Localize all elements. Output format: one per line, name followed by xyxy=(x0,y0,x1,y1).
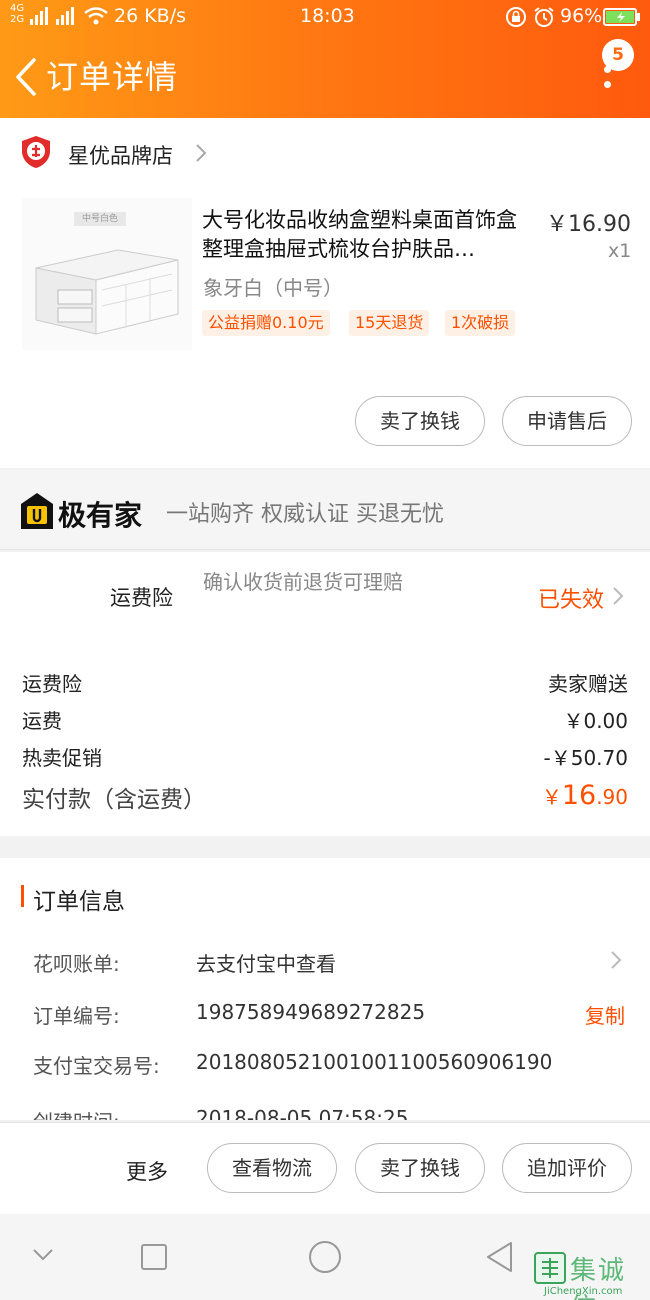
tag-charity: 公益捐赠0.10元 xyxy=(202,310,330,336)
fee-value: -￥50.70 xyxy=(543,746,628,770)
battery-percent: 96% xyxy=(560,5,603,27)
page-title: 订单详情 xyxy=(46,58,179,96)
insurance-label: 运费险 xyxy=(110,586,173,610)
order-detail-screen: 4G 2G 26 KB/s 18:03 96% 订单详情 5 星优品牌店 中号白… xyxy=(0,0,650,1300)
jiyoujia-logo-icon xyxy=(21,493,53,529)
view-logistics-button[interactable]: 查看物流 xyxy=(207,1143,337,1193)
more-dot xyxy=(604,81,611,88)
nav-back-icon[interactable] xyxy=(484,1240,514,1274)
order-number: 198758949689272825 xyxy=(196,1000,426,1024)
fee-label: 运费险 xyxy=(22,672,82,696)
watermark: 集诚信 JiChengXin.com xyxy=(532,1248,648,1300)
huabei-row[interactable]: 花呗账单: 去支付宝中查看 xyxy=(0,938,650,982)
shop-name: 星优品牌店 xyxy=(68,144,173,168)
created-time-label: 创建时间: xyxy=(33,1106,120,1120)
huabei-value: 去支付宝中查看 xyxy=(196,952,336,976)
clock: 18:03 xyxy=(300,5,355,27)
watermark-url: JiChengXin.com xyxy=(544,1286,623,1297)
back-arrow-icon[interactable] xyxy=(8,54,42,100)
total-paid-label: 实付款（含运费） xyxy=(22,787,206,813)
product-quantity: x1 xyxy=(608,240,632,262)
total-paid-amount: ￥16.90 xyxy=(542,780,628,811)
network-speed: 26 KB/s xyxy=(114,5,187,27)
fee-label: 热卖促销 xyxy=(22,746,102,770)
tag-return-policy: 15天退货 xyxy=(349,310,430,336)
network-type: 4G xyxy=(10,3,25,14)
insurance-status: 已失效 xyxy=(538,588,605,613)
hide-keyboard-icon[interactable] xyxy=(32,1248,54,1262)
shop-card: 星优品牌店 中号白色 大号化妆品收纳盒塑料桌面首饰盒整理盒抽屉式梳妆台护肤品… … xyxy=(0,118,650,468)
watermark-logo-icon xyxy=(534,1252,566,1284)
chevron-right-icon xyxy=(613,587,624,605)
status-bar: 4G 2G 26 KB/s 18:03 96% xyxy=(0,0,650,34)
amount-decimal: .90 xyxy=(596,785,628,809)
organizer-box-illustration xyxy=(35,249,179,335)
home-icon[interactable] xyxy=(308,1240,342,1274)
order-info-title: 订单信息 xyxy=(33,889,125,915)
chevron-right-icon xyxy=(196,144,207,162)
alipay-trade-number: 2018080521001001100560906190 xyxy=(196,1050,553,1074)
bottom-action-bar: 更多 查看物流 卖了换钱 追加评价 xyxy=(0,1122,650,1214)
created-time: 2018-08-05 07:58:25 xyxy=(196,1106,409,1120)
rotation-lock-icon xyxy=(506,7,526,27)
after-sale-button[interactable]: 申请售后 xyxy=(502,396,632,446)
header: 4G 2G 26 KB/s 18:03 96% 订单详情 5 xyxy=(0,0,650,118)
alipay-trade-label: 支付宝交易号: xyxy=(33,1054,160,1078)
huabei-label: 花呗账单: xyxy=(33,952,120,976)
brand-slogan: 一站购齐 权威认证 买退无忧 xyxy=(166,502,444,527)
order-info: 订单信息 花呗账单: 去支付宝中查看 订单编号: 198758949689272… xyxy=(0,858,650,1120)
message-count-badge: 5 xyxy=(602,39,634,71)
wifi-icon xyxy=(84,7,108,25)
brand-name: 极有家 xyxy=(58,499,143,532)
product-price: ￥16.90 xyxy=(546,212,631,237)
nav-bar: 订单详情 xyxy=(0,42,650,112)
amount-integer: 16 xyxy=(561,780,597,811)
jiyoujia-banner[interactable]: 极有家 一站购齐 权威认证 买退无忧 xyxy=(0,470,650,550)
chevron-right-icon xyxy=(611,951,622,969)
battery-icon xyxy=(603,8,640,26)
sell-exchange-button[interactable]: 卖了换钱 xyxy=(355,396,485,446)
shop-header[interactable]: 星优品牌店 xyxy=(0,118,650,188)
shipping-insurance-row[interactable]: 运费险 确认收货前退货可理赔 已失效 xyxy=(0,552,650,642)
add-review-button[interactable]: 追加评价 xyxy=(502,1143,632,1193)
fee-value: ￥0.00 xyxy=(563,709,628,733)
currency-symbol: ￥ xyxy=(541,785,562,809)
signal-icon xyxy=(30,7,74,25)
order-number-label: 订单编号: xyxy=(33,1004,120,1028)
fee-summary: 运费险 确认收货前退货可理赔 已失效 运费险 卖家赠送 运费 ￥0.00 热卖促… xyxy=(0,552,650,836)
product-spec: 象牙白（中号） xyxy=(203,276,343,300)
network-type-2: 2G xyxy=(10,14,25,25)
alarm-icon xyxy=(534,7,554,27)
recent-apps-icon[interactable] xyxy=(140,1243,168,1271)
sell-exchange-button[interactable]: 卖了换钱 xyxy=(355,1143,485,1193)
product-title[interactable]: 大号化妆品收纳盒塑料桌面首饰盒整理盒抽屉式梳妆台护肤品… xyxy=(202,206,532,264)
copy-order-number-button[interactable]: 复制 xyxy=(585,1000,625,1029)
product-image[interactable]: 中号白色 xyxy=(22,198,192,350)
fee-label: 运费 xyxy=(22,709,62,733)
tag-breakage: 1次破损 xyxy=(445,310,516,336)
insurance-description: 确认收货前退货可理赔 xyxy=(203,570,403,594)
shop-shield-icon xyxy=(22,136,50,168)
fee-value: 卖家赠送 xyxy=(548,672,628,696)
section-accent-bar xyxy=(21,885,24,907)
more-actions-button[interactable]: 更多 xyxy=(126,1156,168,1186)
